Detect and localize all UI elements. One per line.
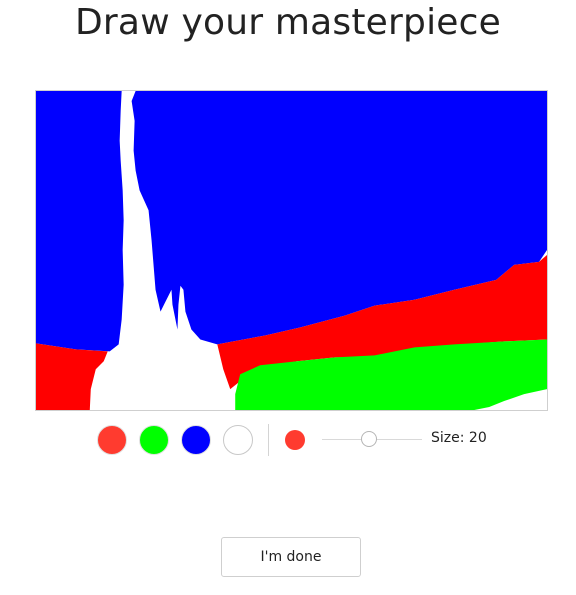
blue-stroke-area [36,91,124,352]
brush-preview [285,430,305,450]
color-swatch-green[interactable] [139,425,169,455]
canvas-drawing [36,91,547,410]
brush-size-slider[interactable] [322,430,422,450]
color-swatch-white[interactable] [223,425,253,455]
slider-thumb[interactable] [361,431,378,447]
drawing-toolbar: Size: 20 [0,424,576,456]
color-swatch-blue[interactable] [181,425,211,455]
drawing-page: Draw your masterpiece Size: 20 I'm done [0,0,576,595]
brush-size-label: Size: 20 [431,430,487,446]
color-swatch-red[interactable] [97,425,127,455]
page-title: Draw your masterpiece [75,2,501,43]
drawing-canvas[interactable] [35,90,548,411]
toolbar-divider [268,424,269,456]
done-button[interactable]: I'm done [221,537,361,577]
